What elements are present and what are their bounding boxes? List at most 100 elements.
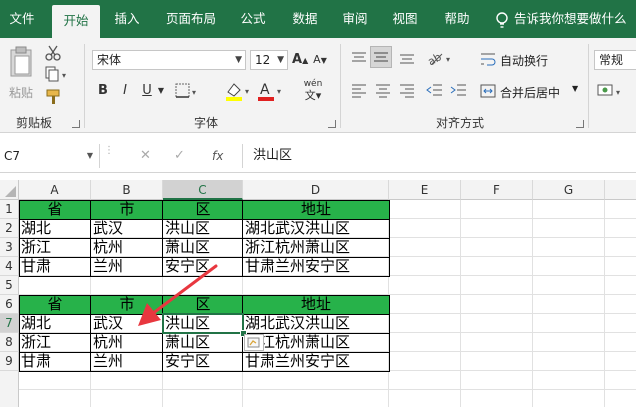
font-group-label: 字体 — [193, 116, 218, 130]
tell-me-search[interactable]: 告诉我你想要做什么 — [514, 0, 636, 38]
table2-border — [90, 295, 91, 372]
table1-border — [19, 238, 390, 239]
insert-function-icon[interactable]: fx — [212, 144, 232, 168]
tab-formulas[interactable]: 公式 — [230, 0, 276, 38]
svg-text:▾: ▾ — [277, 87, 281, 96]
svg-text:▾: ▾ — [192, 88, 196, 97]
row-header-5[interactable]: 5 — [0, 276, 19, 295]
lightbulb-icon — [496, 12, 508, 28]
gridline — [532, 200, 533, 407]
font-color-icon[interactable]: A ▾ — [256, 80, 286, 102]
align-bottom-icon[interactable] — [398, 50, 416, 66]
svg-text:▾: ▾ — [446, 55, 450, 64]
name-box-value: C7 — [4, 149, 21, 163]
column-header-e[interactable]: E — [389, 180, 461, 200]
tab-insert[interactable]: 插入 — [104, 0, 150, 38]
table1-border — [242, 200, 243, 277]
worksheet-grid[interactable]: A B C D E F G 1 2 3 4 5 6 7 8 9 省 市 区 地址… — [0, 180, 636, 407]
column-header-c[interactable]: C — [163, 180, 243, 200]
tab-file[interactable]: 文件 — [0, 0, 44, 38]
column-header-g[interactable]: G — [533, 180, 605, 200]
bold-button[interactable]: B — [96, 81, 110, 101]
enter-icon[interactable]: ✓ — [174, 144, 188, 168]
column-header-f[interactable]: F — [461, 180, 533, 200]
quick-analysis-icon — [247, 337, 260, 348]
formula-input[interactable]: 洪山区 — [242, 144, 636, 168]
formula-bar: C7 ▼ ⋮ ✕ ✓ fx 洪山区 — [0, 140, 636, 173]
clipboard-group-label: 剪贴板 — [15, 116, 52, 130]
table1-border — [90, 200, 91, 277]
tab-help[interactable]: 帮助 — [434, 0, 480, 38]
tab-data[interactable]: 数据 — [282, 0, 328, 38]
group-divider — [340, 44, 341, 128]
paste-label: 粘贴 — [8, 86, 33, 100]
row-header-7[interactable]: 7 — [0, 314, 19, 333]
tab-page-layout[interactable]: 页面布局 — [158, 0, 224, 38]
clipboard-dialog-launcher[interactable] — [72, 120, 80, 128]
tab-home[interactable]: 开始 — [52, 5, 100, 38]
row-header-10[interactable] — [0, 371, 19, 407]
decrease-font-size-button[interactable]: A▼ — [312, 50, 328, 71]
number-format-combo[interactable]: 常规 — [594, 50, 636, 70]
italic-button[interactable]: I — [118, 81, 132, 101]
accounting-format-icon[interactable]: ▾ — [596, 82, 628, 100]
alignment-dialog-launcher[interactable] — [576, 120, 584, 128]
svg-text:▾: ▾ — [62, 71, 66, 80]
row-header-2[interactable]: 2 — [0, 219, 19, 238]
row-header-6[interactable]: 6 — [0, 295, 19, 314]
table2-border — [19, 352, 390, 353]
column-header-d[interactable]: D — [243, 180, 389, 200]
merge-center-button[interactable]: 合并后居中 ▼ — [480, 82, 590, 102]
row-header-1[interactable]: 1 — [0, 200, 19, 219]
table1-border — [19, 257, 390, 258]
table1-border — [19, 219, 390, 220]
wrap-text-label: 自动换行 — [500, 54, 549, 68]
copy-icon[interactable]: ▾ — [44, 66, 70, 82]
gridline — [19, 389, 636, 390]
quick-analysis-button[interactable] — [244, 334, 264, 351]
format-painter-icon[interactable] — [44, 88, 62, 106]
drag-handle-icon[interactable]: ⋮ — [104, 146, 114, 164]
font-size-combo[interactable]: 12 ▼ — [250, 50, 288, 70]
group-divider — [588, 44, 589, 128]
annotation-arrow-icon — [138, 264, 218, 326]
column-header-b[interactable]: B — [91, 180, 163, 200]
align-right-icon[interactable] — [398, 82, 416, 98]
borders-icon[interactable]: ▾ — [174, 82, 200, 100]
chevron-down-icon: ▼ — [277, 55, 284, 65]
tab-view[interactable]: 视图 — [382, 0, 428, 38]
tab-review[interactable]: 审阅 — [332, 0, 378, 38]
row-header-4[interactable]: 4 — [0, 257, 19, 276]
column-header-a[interactable]: A — [19, 180, 91, 200]
phonetic-label: wén — [303, 79, 323, 89]
paste-button[interactable]: 粘贴 — [6, 44, 36, 106]
row-header-8[interactable]: 8 — [0, 333, 19, 352]
align-top-icon[interactable] — [350, 50, 368, 66]
column-header-h[interactable] — [605, 180, 636, 200]
fill-color-icon[interactable]: ▾ — [224, 80, 254, 102]
chevron-down-icon: ▼ — [235, 55, 242, 65]
align-center-icon[interactable] — [374, 82, 392, 98]
cut-icon[interactable] — [44, 44, 62, 62]
increase-indent-icon[interactable] — [450, 82, 468, 98]
alignment-group-label: 对齐方式 — [435, 116, 484, 130]
chevron-down-icon[interactable]: ▼ — [156, 81, 166, 101]
font-dialog-launcher[interactable] — [328, 120, 336, 128]
cancel-icon[interactable]: ✕ — [140, 144, 154, 168]
wrap-text-icon — [481, 53, 496, 66]
font-name-combo[interactable]: 宋体 ▼ — [92, 50, 246, 70]
align-middle-icon — [374, 52, 388, 62]
underline-button[interactable]: U — [140, 81, 154, 101]
phonetic-guide-button[interactable]: wén 文▾ — [298, 78, 328, 103]
align-middle-button[interactable] — [370, 46, 392, 68]
wrap-text-button[interactable]: 自动换行 — [480, 50, 590, 70]
row-header-9[interactable]: 9 — [0, 352, 19, 371]
increase-font-size-button[interactable]: A▲ — [292, 50, 308, 71]
align-left-icon[interactable] — [350, 82, 368, 98]
name-box[interactable]: C7 ▼ — [0, 144, 100, 168]
select-all-corner[interactable] — [0, 180, 19, 200]
row-header-3[interactable]: 3 — [0, 238, 19, 257]
decrease-indent-icon[interactable] — [426, 82, 444, 98]
orientation-icon[interactable]: ab ▾ — [426, 48, 454, 68]
font-name-value: 宋体 — [97, 53, 122, 67]
